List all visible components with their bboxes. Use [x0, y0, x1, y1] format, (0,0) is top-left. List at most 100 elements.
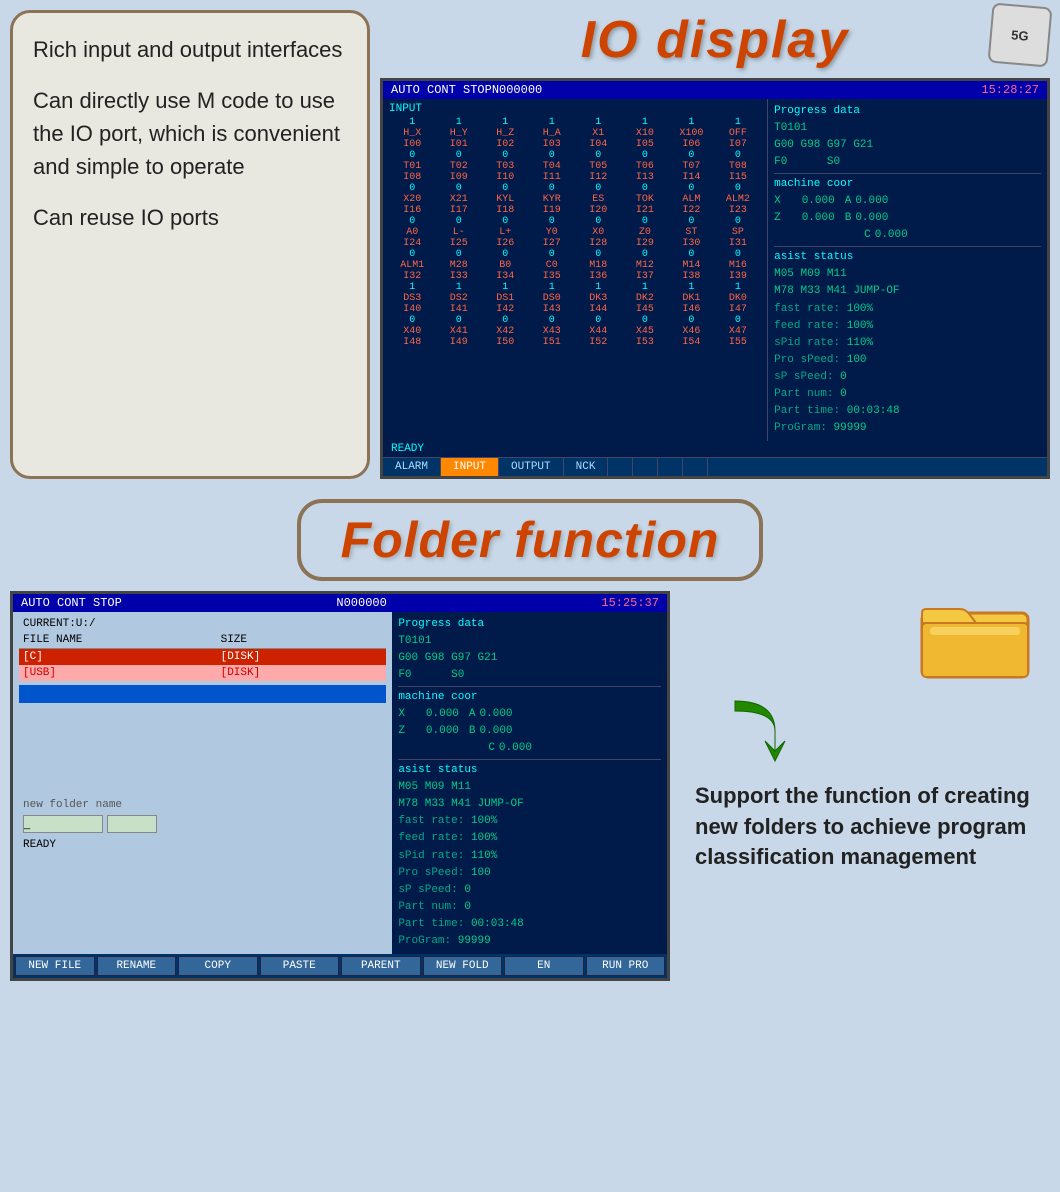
file-table-header: FILE NAME SIZE: [19, 632, 386, 649]
tab-empty3[interactable]: [658, 458, 683, 476]
program-row: ProGram: 99999: [774, 420, 1041, 437]
ready-top: READY: [391, 443, 424, 455]
cnc-screen-top: AUTO CONT STOP N000000 15:28:27 INPUT 11…: [380, 78, 1050, 479]
m-codes-2-b: M78 M33 M41 JUMP-OF: [398, 796, 661, 813]
desc-line-2: Can directly use M code to use the IO po…: [33, 84, 347, 183]
folder-screen-wrap: AUTO CONT STOP N000000 15:25:37 CURRENT:…: [10, 591, 670, 981]
tab-nck[interactable]: NCK: [564, 458, 609, 476]
btn-paste[interactable]: PASTE: [260, 956, 340, 976]
current-path: CURRENT:U:/: [19, 616, 386, 632]
part-num-row: Part num: 0: [774, 386, 1041, 403]
new-folder-inputs: [23, 815, 382, 833]
x-a-b: X0.000 A0.000: [398, 706, 661, 723]
spid-rate-row: sPid rate: 110%: [774, 335, 1041, 352]
t-code-b: T0101: [398, 633, 661, 650]
status-bottom: AUTO CONT STOP: [21, 596, 122, 610]
machine-coor-b: machine coor: [398, 686, 661, 706]
ready-bottom: READY: [19, 837, 386, 853]
right-description: Support the function of creating new fol…: [685, 591, 1050, 981]
new-folder-label: new folder name: [23, 799, 382, 811]
sp-speed-row: sP sPeed: 0: [774, 369, 1041, 386]
col-size: SIZE: [221, 634, 383, 646]
input-label: INPUT: [389, 103, 761, 115]
prog-title: Progress data: [774, 103, 1041, 120]
file-name-usb: [USB]: [23, 667, 221, 679]
btn-new-fold[interactable]: NEW FOLD: [423, 956, 503, 976]
file-size-c: [DISK]: [221, 651, 383, 663]
f-s-line: F0 S0: [774, 154, 1041, 171]
time-top: 15:28:27: [981, 83, 1039, 97]
btn-en[interactable]: EN: [504, 956, 584, 976]
z-b-b: Z0.000 B0.000: [398, 723, 661, 740]
left-description-box: Rich input and output interfaces Can dir…: [10, 10, 370, 479]
c-b: C0.000: [398, 740, 661, 757]
cnc-tabs-top: ALARM INPUT OUTPUT NCK: [383, 457, 1047, 476]
folder-title-row: Folder function: [10, 499, 1050, 581]
file-row-c[interactable]: [C] [DISK]: [19, 649, 386, 665]
n-code-top: N000000: [492, 83, 542, 97]
tab-input[interactable]: INPUT: [441, 458, 499, 476]
prog-title-b: Progress data: [398, 616, 661, 633]
cnc-left-top: INPUT 11111111 H_XH_YH_ZH_AX1X10X100OFF …: [383, 99, 768, 441]
badge-5g: 5G: [987, 2, 1052, 67]
m-codes-1-b: M05 M09 M11: [398, 779, 661, 796]
t-code: T0101: [774, 120, 1041, 137]
cnc-screen-bottom: AUTO CONT STOP N000000 15:25:37 CURRENT:…: [10, 591, 670, 981]
cnc-right-bottom: Progress data T0101 G00 G98 G97 G21 F0 S…: [392, 612, 667, 954]
file-name-c: [C]: [23, 651, 221, 663]
cnc-header-top: AUTO CONT STOP N000000 15:28:27: [383, 81, 1047, 99]
cnc-right-top: Progress data T0101 G00 G98 G97 G21 F0 S…: [768, 99, 1047, 441]
tab-empty2[interactable]: [633, 458, 658, 476]
asist-label: asist status: [774, 246, 1041, 266]
btn-parent[interactable]: PARENT: [341, 956, 421, 976]
z-b-row: Z0.000 B0.000: [774, 210, 1041, 227]
folder-title-box: Folder function: [297, 499, 764, 581]
g-codes: G00 G98 G97 G21: [774, 137, 1041, 154]
btn-rename[interactable]: RENAME: [97, 956, 177, 976]
right-io-display: IO display 5G AUTO CONT STOP N000000 15:…: [380, 10, 1050, 479]
tab-empty1[interactable]: [608, 458, 633, 476]
btn-copy[interactable]: COPY: [178, 956, 258, 976]
folder-icon: [920, 591, 1030, 681]
f-s-b: F0 S0: [398, 667, 661, 684]
status-top: AUTO CONT STOP: [391, 83, 492, 97]
desc-line-3: Can reuse IO ports: [33, 201, 347, 234]
folder-description: Support the function of creating new fol…: [685, 781, 1050, 873]
pro-speed-row: Pro sPeed: 100: [774, 352, 1041, 369]
tab-empty4[interactable]: [683, 458, 708, 476]
folder-icon-wrap: [685, 591, 1050, 681]
blue-bar: [19, 685, 386, 703]
part-time-row: Part time: 00:03:48: [774, 403, 1041, 420]
new-folder-input-2[interactable]: [107, 815, 157, 833]
btn-new-file[interactable]: NEW FILE: [15, 956, 95, 976]
arrow-wrap: [685, 691, 1050, 771]
n-code-bottom: N000000: [336, 596, 386, 610]
green-arrow-icon: [715, 691, 795, 771]
feed-rate-row: feed rate: 100%: [774, 318, 1041, 335]
io-title-row: IO display 5G: [380, 10, 1050, 70]
m-codes-1: M05 M09 M11: [774, 266, 1041, 283]
bottom-buttons: NEW FILE RENAME COPY PASTE PARENT NEW FO…: [13, 954, 667, 978]
c-row: C0.000: [774, 227, 1041, 244]
io-display-title: IO display: [581, 10, 850, 70]
time-bottom: 15:25:37: [601, 596, 659, 610]
desc-line-1: Rich input and output interfaces: [33, 33, 347, 66]
folder-title: Folder function: [341, 512, 720, 568]
bottom-section: Folder function AUTO CONT STOP N000000 1…: [0, 489, 1060, 991]
cnc-body-bottom: CURRENT:U:/ FILE NAME SIZE [C] [DISK] [U…: [13, 612, 667, 954]
new-folder-area: new folder name: [19, 791, 386, 837]
file-row-usb[interactable]: [USB] [DISK]: [19, 665, 386, 681]
empty-file-area: [19, 707, 386, 787]
cnc-header-bottom: AUTO CONT STOP N000000 15:25:37: [13, 594, 667, 612]
tab-alarm[interactable]: ALARM: [383, 458, 441, 476]
col-name: FILE NAME: [23, 634, 221, 646]
bottom-content: AUTO CONT STOP N000000 15:25:37 CURRENT:…: [10, 591, 1050, 981]
fast-rate-row: fast rate: 100%: [774, 301, 1041, 318]
top-section: Rich input and output interfaces Can dir…: [0, 0, 1060, 489]
btn-run-pro[interactable]: RUN PRO: [586, 956, 666, 976]
new-folder-input-1[interactable]: [23, 815, 103, 833]
file-size-usb: [DISK]: [221, 667, 383, 679]
cnc-body-top: INPUT 11111111 H_XH_YH_ZH_AX1X10X100OFF …: [383, 99, 1047, 441]
badge-label: 5G: [1011, 27, 1030, 43]
tab-output[interactable]: OUTPUT: [499, 458, 564, 476]
